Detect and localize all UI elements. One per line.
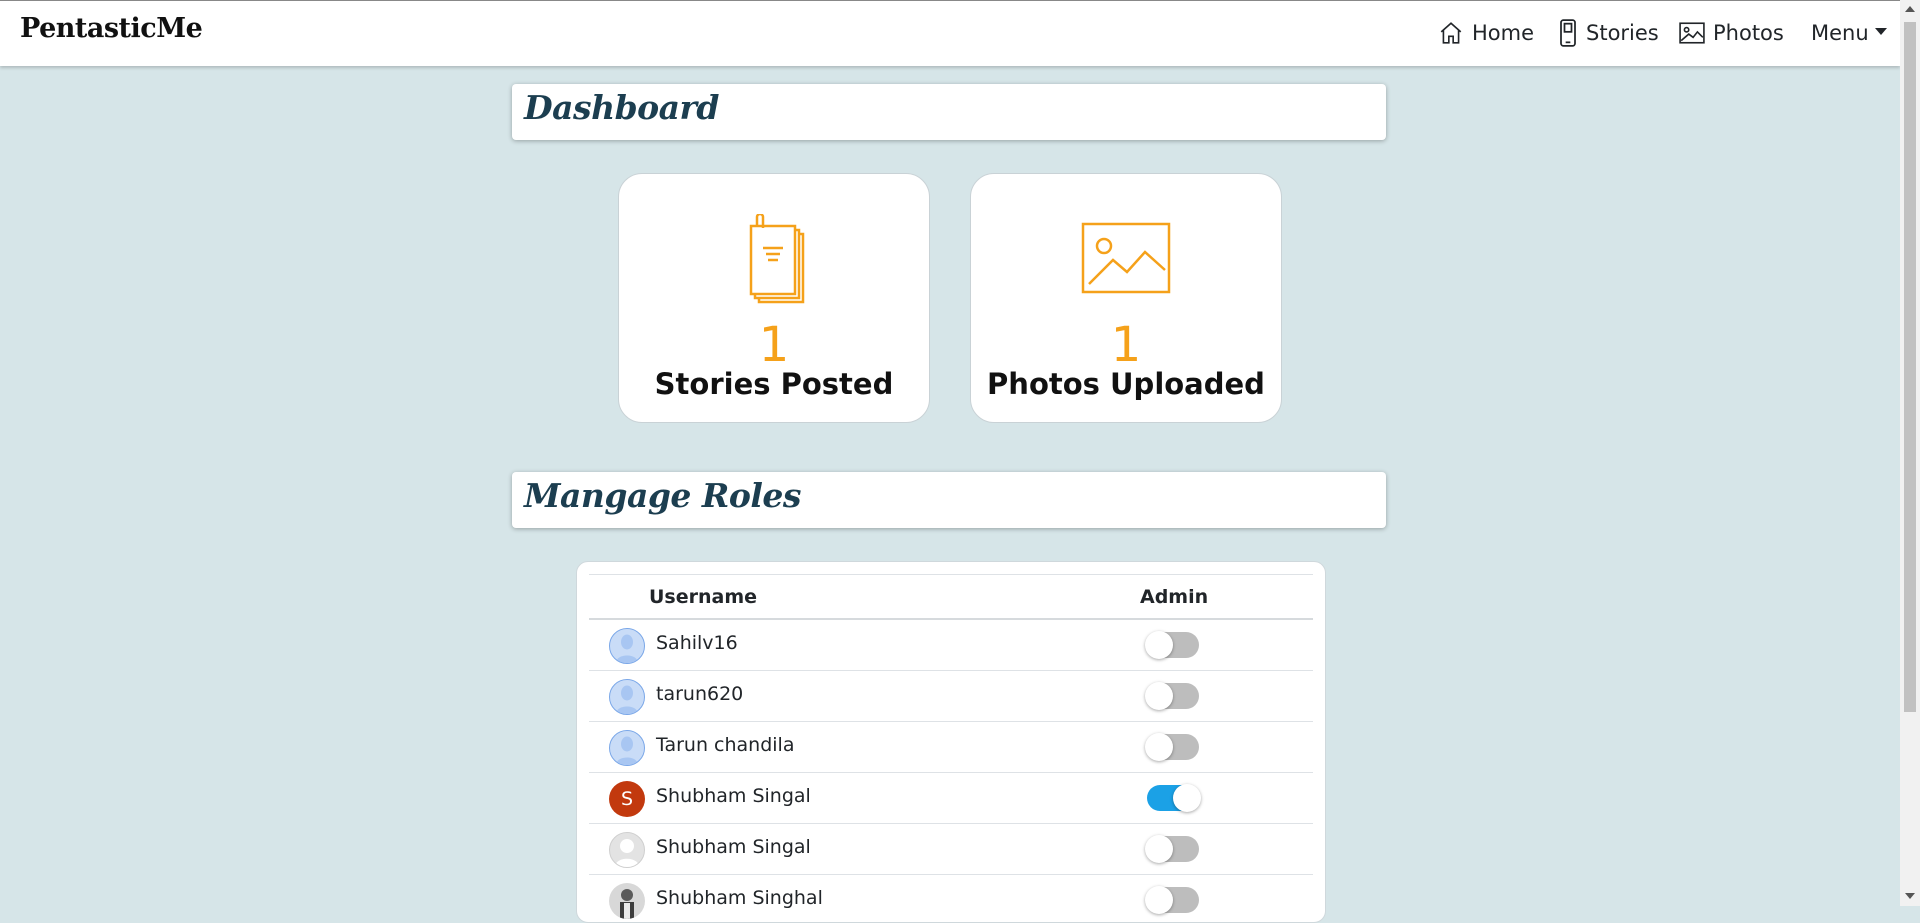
page-scrollbar[interactable]: [1900, 0, 1920, 906]
user-silhouette-icon: [616, 736, 638, 765]
dashboard-header: Dashboard: [512, 84, 1386, 140]
roles-table-card: Username Admin Sahilv16 tarun620 Tarun c…: [576, 561, 1326, 923]
admin-toggle[interactable]: [1145, 886, 1199, 914]
user-silhouette-icon: [615, 839, 639, 867]
avatar: [609, 730, 645, 766]
scrollbar-thumb[interactable]: [1904, 22, 1916, 712]
avatar: [609, 883, 645, 919]
photos-count: 1: [1110, 317, 1142, 373]
brand-logo[interactable]: PentasticMe: [20, 13, 203, 44]
nav-photos-label: Photos: [1713, 21, 1784, 45]
top-navbar: PentasticMe Home Stories Photos Menu: [0, 0, 1900, 66]
scroll-up-arrow-icon[interactable]: [1905, 6, 1915, 12]
admin-column-header: Admin: [1140, 586, 1209, 608]
table-row: Sahilv16: [589, 620, 1313, 671]
phone-icon: [1560, 19, 1576, 47]
nav-menu-label: Menu: [1811, 21, 1869, 45]
username-column-header: Username: [649, 586, 758, 608]
username-text: Tarun chandila: [656, 734, 795, 756]
caret-down-icon: [1874, 27, 1887, 35]
nav-home-link[interactable]: Home: [1438, 19, 1534, 47]
stories-posted-card[interactable]: 1 Stories Posted: [618, 173, 930, 423]
nav-home-label: Home: [1472, 21, 1535, 45]
stories-count: 1: [758, 317, 790, 373]
username-text: Shubham Singal: [656, 836, 811, 858]
admin-toggle[interactable]: [1145, 733, 1199, 761]
username-text: Shubham Singal: [656, 785, 811, 807]
dashboard-title: Dashboard: [524, 88, 720, 127]
table-row: S Shubham Singal: [589, 773, 1313, 824]
avatar: [609, 832, 645, 868]
table-row: Tarun chandila: [589, 722, 1313, 773]
scroll-down-arrow-icon[interactable]: [1905, 893, 1915, 899]
roles-table: Username Admin Sahilv16 tarun620 Tarun c…: [589, 574, 1313, 922]
table-row: Shubham Singal: [589, 824, 1313, 875]
manage-roles-title: Mangage Roles: [524, 476, 801, 515]
nav-stories-label: Stories: [1586, 21, 1659, 45]
table-row: Shubham Singhal: [589, 875, 1313, 922]
nav-photos-link[interactable]: Photos: [1679, 19, 1784, 47]
avatar: S: [609, 781, 645, 817]
admin-toggle[interactable]: [1145, 682, 1199, 710]
user-silhouette-icon: [616, 634, 638, 663]
stories-posted-label: Stories Posted: [654, 367, 894, 401]
avatar: [609, 679, 645, 715]
nav-menu-dropdown[interactable]: Menu: [1811, 19, 1887, 47]
home-icon: [1440, 22, 1462, 44]
admin-toggle[interactable]: [1147, 784, 1201, 812]
user-silhouette-icon: [616, 685, 638, 714]
nav-stories-link[interactable]: Stories: [1558, 19, 1659, 47]
manage-roles-header: Mangage Roles: [512, 472, 1386, 528]
admin-toggle[interactable]: [1145, 835, 1199, 863]
admin-toggle[interactable]: [1145, 631, 1199, 659]
photos-uploaded-card[interactable]: 1 Photos Uploaded: [970, 173, 1282, 423]
documents-icon: [749, 214, 805, 304]
table-header-row: Username Admin: [589, 575, 1313, 620]
avatar: [609, 628, 645, 664]
image-icon: [1679, 22, 1705, 44]
user-photo-icon: [620, 889, 634, 919]
username-text: Sahilv16: [656, 632, 738, 654]
image-icon: [1081, 222, 1171, 294]
photos-uploaded-label: Photos Uploaded: [987, 367, 1265, 401]
username-text: tarun620: [656, 683, 744, 705]
table-row: tarun620: [589, 671, 1313, 722]
